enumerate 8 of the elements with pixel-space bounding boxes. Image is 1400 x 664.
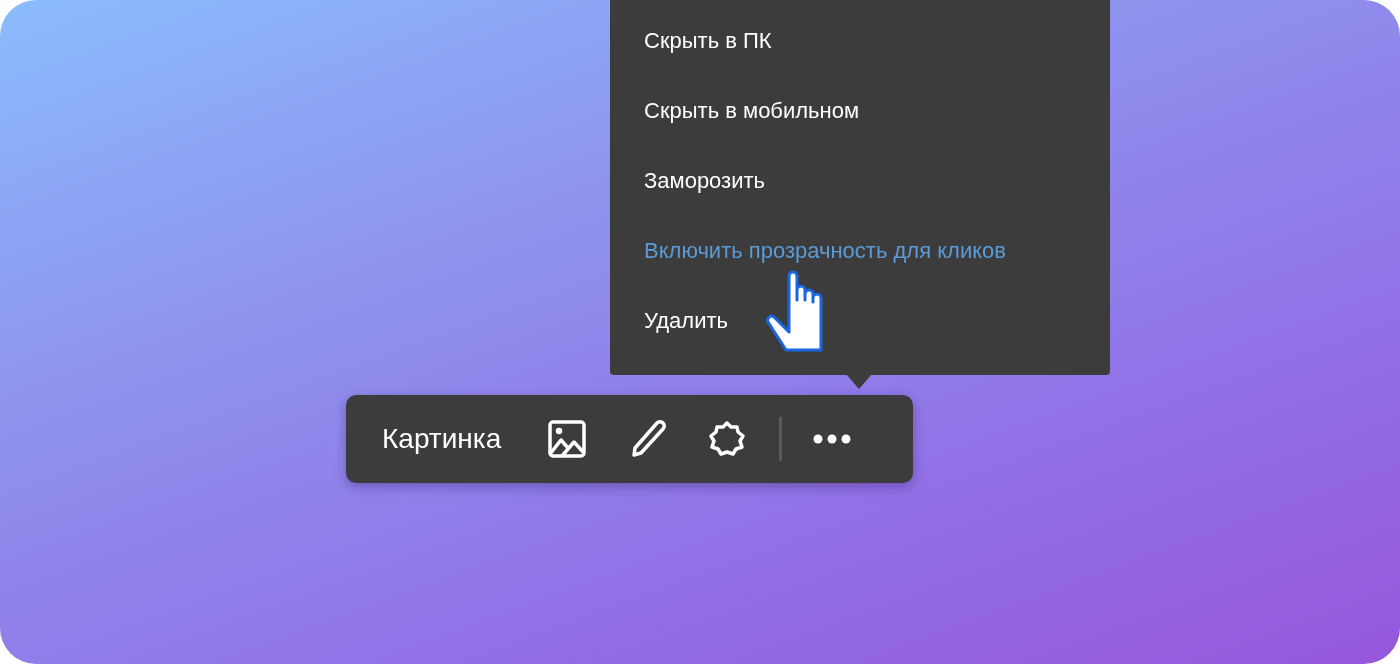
more-icon bbox=[813, 434, 852, 444]
menu-item[interactable]: Удалить bbox=[610, 286, 1110, 356]
menu-item[interactable]: Скрыть в ПК bbox=[610, 6, 1110, 76]
image-icon bbox=[548, 420, 586, 458]
toolbar-title: Картинка bbox=[382, 423, 502, 455]
menu-item[interactable]: Включить прозрачность для кликов bbox=[610, 216, 1110, 286]
menu-item[interactable]: Скрыть в мобильном bbox=[610, 76, 1110, 146]
menu-item[interactable]: Заморозить bbox=[610, 146, 1110, 216]
